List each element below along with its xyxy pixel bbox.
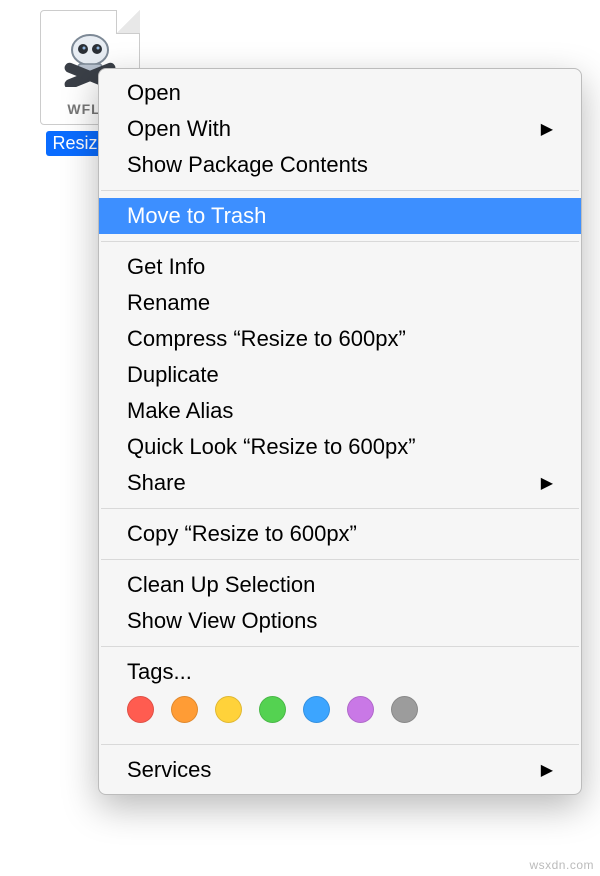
tags-row [99,690,581,737]
menu-item-label: Tags... [127,659,192,685]
menu-item-show-view-options[interactable]: Show View Options [99,603,581,639]
tag-color-5[interactable] [347,696,374,723]
menu-item-label: Show Package Contents [127,152,368,178]
menu-separator [101,190,579,191]
menu-item-label: Copy “Resize to 600px” [127,521,357,547]
menu-item-services[interactable]: Services ▶ [99,752,581,788]
menu-item-duplicate[interactable]: Duplicate [99,357,581,393]
menu-item-tags[interactable]: Tags... [99,654,581,690]
menu-separator [101,559,579,560]
menu-separator [101,241,579,242]
menu-item-move-to-trash[interactable]: Move to Trash [99,198,581,234]
menu-item-quick-look-resize-to-600px[interactable]: Quick Look “Resize to 600px” [99,429,581,465]
menu-item-show-package-contents[interactable]: Show Package Contents [99,147,581,183]
menu-item-label: Clean Up Selection [127,572,315,598]
submenu-arrow-icon: ▶ [541,473,553,493]
tag-color-6[interactable] [391,696,418,723]
menu-item-label: Share [127,470,186,496]
menu-item-label: Services [127,757,211,783]
menu-item-label: Open [127,80,181,106]
context-menu: Open Open With ▶ Show Package Contents Move … [98,68,582,795]
tag-color-1[interactable] [171,696,198,723]
menu-item-share[interactable]: Share ▶ [99,465,581,501]
menu-item-copy-resize-to-600px[interactable]: Copy “Resize to 600px” [99,516,581,552]
menu-separator [101,744,579,745]
menu-item-get-info[interactable]: Get Info [99,249,581,285]
watermark: wsxdn.com [529,858,594,872]
file-dogear [116,10,140,34]
tag-color-2[interactable] [215,696,242,723]
menu-item-open[interactable]: Open [99,75,581,111]
menu-item-label: Open With [127,116,231,142]
menu-item-label: Move to Trash [127,203,266,229]
menu-item-label: Show View Options [127,608,317,634]
tag-color-0[interactable] [127,696,154,723]
tag-color-4[interactable] [303,696,330,723]
menu-item-clean-up-selection[interactable]: Clean Up Selection [99,567,581,603]
menu-item-make-alias[interactable]: Make Alias [99,393,581,429]
menu-item-label: Compress “Resize to 600px” [127,326,406,352]
submenu-arrow-icon: ▶ [541,760,553,780]
menu-separator [101,508,579,509]
menu-item-label: Duplicate [127,362,219,388]
menu-item-label: Make Alias [127,398,233,424]
menu-item-label: Get Info [127,254,205,280]
menu-separator [101,646,579,647]
menu-item-rename[interactable]: Rename [99,285,581,321]
tag-color-3[interactable] [259,696,286,723]
menu-item-label: Rename [127,290,210,316]
menu-item-compress-resize-to-600px[interactable]: Compress “Resize to 600px” [99,321,581,357]
submenu-arrow-icon: ▶ [541,119,553,139]
menu-item-open-with[interactable]: Open With ▶ [99,111,581,147]
menu-item-label: Quick Look “Resize to 600px” [127,434,416,460]
